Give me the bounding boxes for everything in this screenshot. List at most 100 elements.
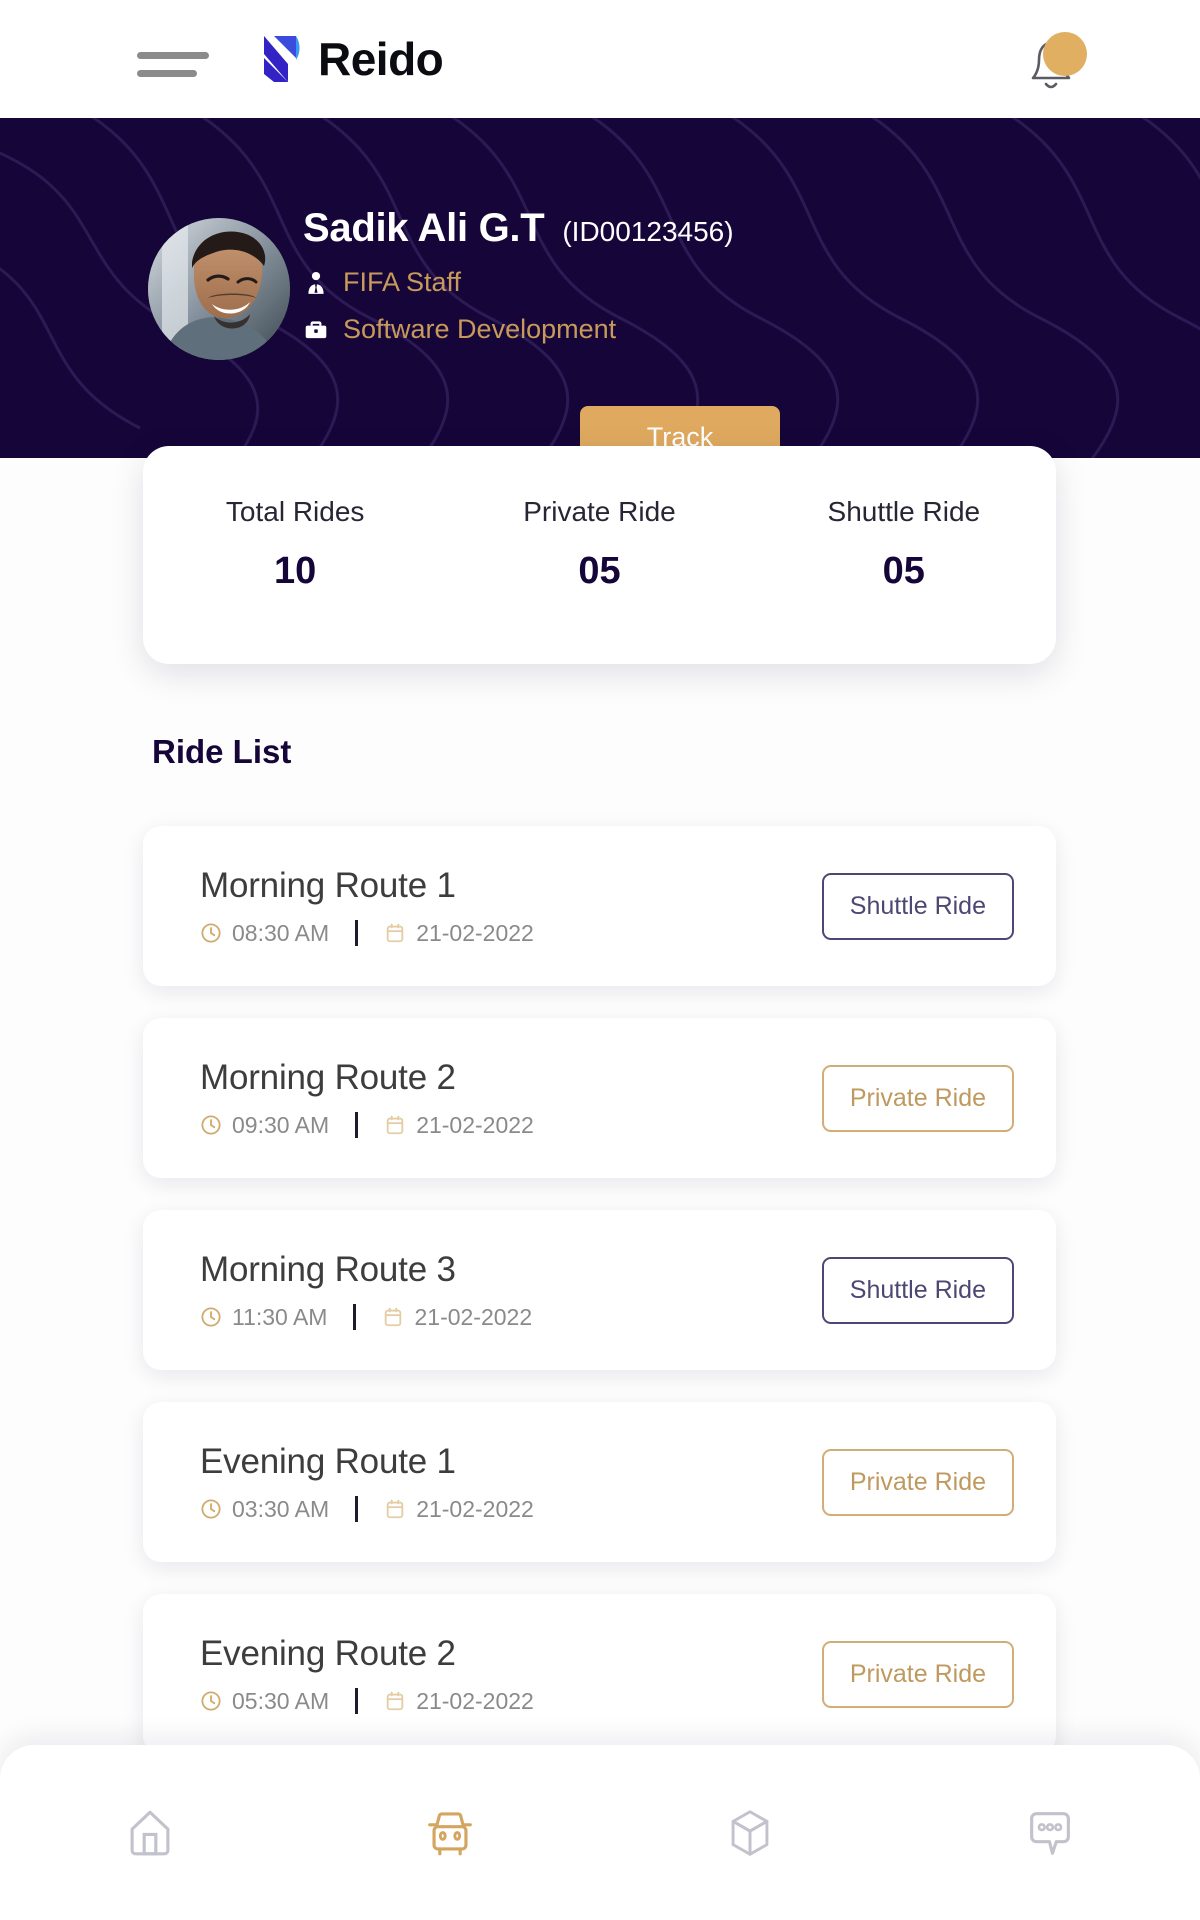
- profile-role: FIFA Staff: [343, 267, 462, 297]
- hamburger-menu-icon[interactable]: [137, 52, 209, 78]
- chat-icon: [1030, 1811, 1070, 1855]
- page-title: Ride List: [152, 733, 292, 770]
- ride-type-badge[interactable]: Private Ride: [821, 1448, 1014, 1516]
- stat-shuttle-ride: Shuttle Ride 05: [752, 496, 1056, 664]
- ride-date-text: 21-02-2022: [416, 1111, 534, 1138]
- profile-banner: Sadik Ali G.T (ID00123456) FIFA Staff So…: [0, 118, 1200, 458]
- stat-private-ride: Private Ride 05: [447, 496, 751, 664]
- calendar-icon: [386, 1115, 404, 1135]
- reido-logo-icon: [264, 36, 300, 82]
- notification-badge-dot: [1043, 32, 1087, 76]
- ride-date: 21-02-2022: [384, 1688, 534, 1715]
- ride-info: Morning Route 1 08:30 AM 21-02-2022: [200, 866, 534, 947]
- ride-meta: 05:30 AM 21-02-2022: [200, 1688, 534, 1715]
- car-icon: [428, 1811, 472, 1855]
- box-icon: [731, 1809, 769, 1856]
- stat-label: Total Rides: [225, 496, 365, 527]
- menu-bar-2: [137, 70, 197, 77]
- calendar-icon: [386, 1691, 404, 1711]
- profile-id: (ID00123456): [562, 216, 734, 247]
- ride-time-text: 11:30 AM: [232, 1303, 328, 1330]
- calendar-icon: [386, 1499, 404, 1519]
- clock-icon: [201, 923, 221, 943]
- ride-meta: 03:30 AM 21-02-2022: [200, 1496, 534, 1523]
- top-app-bar: Reido: [0, 0, 1200, 118]
- profile-department-row: Software Development: [303, 314, 734, 345]
- ride-list-item[interactable]: Morning Route 3 11:30 AM 21-02-2022 Shut…: [143, 1210, 1056, 1370]
- ride-time-text: 09:30 AM: [232, 1111, 330, 1138]
- profile-role-row: FIFA Staff: [303, 267, 734, 298]
- ride-title: Morning Route 1: [200, 865, 456, 905]
- nav-item-packages[interactable]: [600, 1804, 900, 1862]
- clock-icon: [201, 1691, 221, 1711]
- meta-divider: [353, 1304, 357, 1330]
- ride-info: Morning Route 3 11:30 AM 21-02-2022: [200, 1250, 532, 1331]
- nav-item-chat[interactable]: [900, 1804, 1200, 1862]
- profile-name-row: Sadik Ali G.T (ID00123456): [303, 206, 734, 251]
- clock-icon: [201, 1499, 221, 1519]
- stat-label: Shuttle Ride: [827, 496, 981, 527]
- ride-date: 21-02-2022: [384, 920, 534, 947]
- ride-date-text: 21-02-2022: [414, 1303, 533, 1330]
- ride-title: Evening Route 2: [200, 1633, 456, 1673]
- ride-list: Morning Route 1 08:30 AM 21-02-2022 Shut…: [143, 826, 1056, 1754]
- meta-divider: [355, 920, 359, 946]
- stat-value: 05: [578, 550, 621, 592]
- ride-time: 05:30 AM: [200, 1688, 329, 1715]
- ride-list-item[interactable]: Evening Route 2 05:30 AM 21-02-2022 Priv…: [143, 1594, 1056, 1754]
- clock-icon: [201, 1115, 221, 1135]
- meta-divider: [355, 1688, 359, 1714]
- ride-title: Evening Route 1: [200, 1441, 456, 1481]
- ride-time: 08:30 AM: [200, 920, 329, 947]
- ride-meta: 08:30 AM 21-02-2022: [200, 920, 534, 947]
- clock-icon: [201, 1307, 221, 1327]
- briefcase-icon: [305, 320, 327, 338]
- home-icon: [130, 1810, 170, 1855]
- ride-date: 21-02-2022: [384, 1112, 534, 1139]
- person-tie-icon: [308, 271, 324, 294]
- ride-type-badge[interactable]: Private Ride: [821, 1640, 1014, 1708]
- stat-value: 10: [274, 550, 317, 592]
- calendar-icon: [386, 923, 404, 943]
- ride-info: Morning Route 2 09:30 AM 21-02-2022: [200, 1058, 534, 1139]
- ride-type-badge[interactable]: Private Ride: [821, 1064, 1014, 1132]
- avatar[interactable]: [148, 218, 290, 360]
- ride-list-item[interactable]: Evening Route 1 03:30 AM 21-02-2022 Priv…: [143, 1402, 1056, 1562]
- ride-meta: 11:30 AM 21-02-2022: [200, 1304, 532, 1331]
- ride-date-text: 21-02-2022: [416, 1495, 534, 1522]
- ride-time-text: 03:30 AM: [232, 1495, 330, 1522]
- menu-bar-1: [137, 52, 209, 59]
- ride-meta: 09:30 AM 21-02-2022: [200, 1112, 534, 1139]
- ride-time: 03:30 AM: [200, 1496, 329, 1523]
- stat-total-rides: Total Rides 10: [143, 496, 447, 664]
- nav-item-home[interactable]: [0, 1804, 300, 1862]
- ride-list-item[interactable]: Morning Route 2 09:30 AM 21-02-2022 Priv…: [143, 1018, 1056, 1178]
- ride-type-badge[interactable]: Shuttle Ride: [821, 1256, 1014, 1324]
- ride-info: Evening Route 2 05:30 AM 21-02-2022: [200, 1634, 534, 1715]
- ride-date-text: 21-02-2022: [416, 1687, 534, 1714]
- ride-title: Morning Route 2: [200, 1057, 456, 1097]
- meta-divider: [355, 1112, 359, 1138]
- app-screen: Reido Sadik Ali G.T (ID00123456) FIFA St…: [0, 0, 1200, 1920]
- ride-time: 09:30 AM: [200, 1112, 329, 1139]
- nav-item-rides[interactable]: [300, 1804, 600, 1862]
- stat-value: 05: [882, 550, 925, 592]
- ride-time-text: 08:30 AM: [232, 919, 330, 946]
- profile-department: Software Development: [343, 314, 617, 344]
- ride-time: 11:30 AM: [200, 1304, 327, 1331]
- ride-list-item[interactable]: Morning Route 1 08:30 AM 21-02-2022 Shut…: [143, 826, 1056, 986]
- ride-date-text: 21-02-2022: [416, 919, 534, 946]
- ride-stats-card: Total Rides 10 Private Ride 05 Shuttle R…: [143, 446, 1056, 664]
- calendar-icon: [385, 1307, 402, 1327]
- brand-name: Reido: [318, 33, 444, 85]
- ride-date: 21-02-2022: [382, 1304, 532, 1331]
- stat-label: Private Ride: [523, 496, 676, 527]
- ride-info: Evening Route 1 03:30 AM 21-02-2022: [200, 1442, 534, 1523]
- bell-icon[interactable]: [1017, 32, 1087, 94]
- ride-title: Morning Route 3: [200, 1249, 456, 1289]
- brand-logo[interactable]: Reido: [262, 33, 444, 85]
- bottom-navigation-bar: [0, 1745, 1200, 1920]
- ride-type-badge[interactable]: Shuttle Ride: [821, 872, 1014, 940]
- profile-details: Sadik Ali G.T (ID00123456) FIFA Staff So…: [303, 206, 734, 345]
- ride-time-text: 05:30 AM: [232, 1687, 330, 1714]
